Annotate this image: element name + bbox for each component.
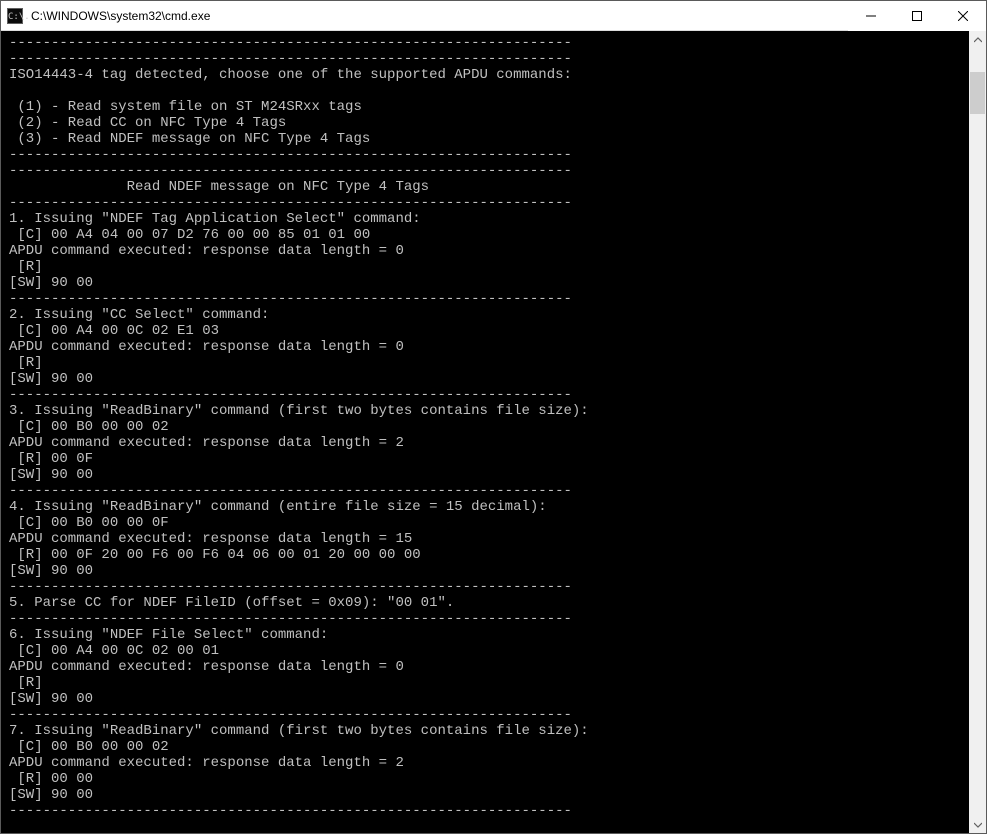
close-button[interactable] (940, 1, 986, 31)
cmd-window: C:\. C:\WINDOWS\system32\cmd.exe -------… (0, 0, 987, 834)
window-controls (848, 1, 986, 31)
step7-sw: [SW] 90 00 (9, 787, 93, 803)
step3-heading: 3. Issuing "ReadBinary" command (first t… (9, 403, 589, 419)
step7-response: [R] 00 00 (9, 771, 93, 787)
step2-response: [R] (9, 355, 43, 371)
menu-option-3: (3) - Read NDEF message on NFC Type 4 Ta… (9, 131, 370, 147)
divider-line: ----------------------------------------… (9, 579, 572, 595)
step6-heading: 6. Issuing "NDEF File Select" command: (9, 627, 328, 643)
step4-heading: 4. Issuing "ReadBinary" command (entire … (9, 499, 547, 515)
maximize-icon (912, 11, 922, 21)
menu-option-2: (2) - Read CC on NFC Type 4 Tags (9, 115, 286, 131)
app-icon-slot: C:\. (1, 1, 29, 31)
step2-heading: 2. Issuing "CC Select" command: (9, 307, 269, 323)
titlebar[interactable]: C:\. C:\WINDOWS\system32\cmd.exe (1, 1, 986, 31)
step1-command: [C] 00 A4 04 00 07 D2 76 00 00 85 01 01 … (9, 227, 370, 243)
scroll-up-button[interactable] (969, 31, 986, 48)
minimize-button[interactable] (848, 1, 894, 31)
step3-sw: [SW] 90 00 (9, 467, 93, 483)
divider-line: ----------------------------------------… (9, 195, 572, 211)
divider-line: ----------------------------------------… (9, 387, 572, 403)
terminal-viewport[interactable]: ----------------------------------------… (1, 31, 969, 833)
terminal-output: ----------------------------------------… (1, 31, 969, 833)
step6-exec: APDU command executed: response data len… (9, 659, 404, 675)
divider-line: ----------------------------------------… (9, 483, 572, 499)
step3-exec: APDU command executed: response data len… (9, 435, 404, 451)
divider-line: ----------------------------------------… (9, 163, 572, 179)
window-title: C:\WINDOWS\system32\cmd.exe (29, 9, 848, 23)
header-detected: ISO14443-4 tag detected, choose one of t… (9, 67, 572, 83)
menu-option-1: (1) - Read system file on ST M24SRxx tag… (9, 99, 362, 115)
step1-heading: 1. Issuing "NDEF Tag Application Select"… (9, 211, 421, 227)
step4-sw: [SW] 90 00 (9, 563, 93, 579)
step6-command: [C] 00 A4 00 0C 02 00 01 (9, 643, 219, 659)
step7-command: [C] 00 B0 00 00 02 (9, 739, 169, 755)
step4-response: [R] 00 0F 20 00 F6 00 F6 04 06 00 01 20 … (9, 547, 421, 563)
step2-exec: APDU command executed: response data len… (9, 339, 404, 355)
step5-heading: 5. Parse CC for NDEF FileID (offset = 0x… (9, 595, 454, 611)
step3-response: [R] 00 0F (9, 451, 93, 467)
step3-command: [C] 00 B0 00 00 02 (9, 419, 169, 435)
step6-response: [R] (9, 675, 43, 691)
divider-line: ----------------------------------------… (9, 35, 572, 51)
step6-sw: [SW] 90 00 (9, 691, 93, 707)
divider-line: ----------------------------------------… (9, 291, 572, 307)
step7-heading: 7. Issuing "ReadBinary" command (first t… (9, 723, 589, 739)
divider-line: ----------------------------------------… (9, 803, 572, 819)
divider-line: ----------------------------------------… (9, 147, 572, 163)
step4-command: [C] 00 B0 00 00 0F (9, 515, 169, 531)
divider-line: ----------------------------------------… (9, 611, 572, 627)
step4-exec: APDU command executed: response data len… (9, 531, 412, 547)
divider-line: ----------------------------------------… (9, 707, 572, 723)
chevron-up-icon (974, 36, 982, 44)
section-title-ndef: Read NDEF message on NFC Type 4 Tags (9, 179, 429, 195)
cmd-icon: C:\. (7, 8, 23, 24)
step1-sw: [SW] 90 00 (9, 275, 93, 291)
scroll-track[interactable] (969, 48, 986, 816)
scroll-thumb[interactable] (970, 72, 985, 114)
chevron-down-icon (974, 821, 982, 829)
step2-sw: [SW] 90 00 (9, 371, 93, 387)
close-icon (958, 11, 968, 21)
step7-exec: APDU command executed: response data len… (9, 755, 404, 771)
step2-command: [C] 00 A4 00 0C 02 E1 03 (9, 323, 219, 339)
step1-exec: APDU command executed: response data len… (9, 243, 404, 259)
vertical-scrollbar[interactable] (969, 31, 986, 833)
maximize-button[interactable] (894, 1, 940, 31)
divider-line: ----------------------------------------… (9, 51, 572, 67)
minimize-icon (866, 11, 876, 21)
step1-response: [R] (9, 259, 43, 275)
client-area: ----------------------------------------… (1, 31, 986, 833)
scroll-down-button[interactable] (969, 816, 986, 833)
